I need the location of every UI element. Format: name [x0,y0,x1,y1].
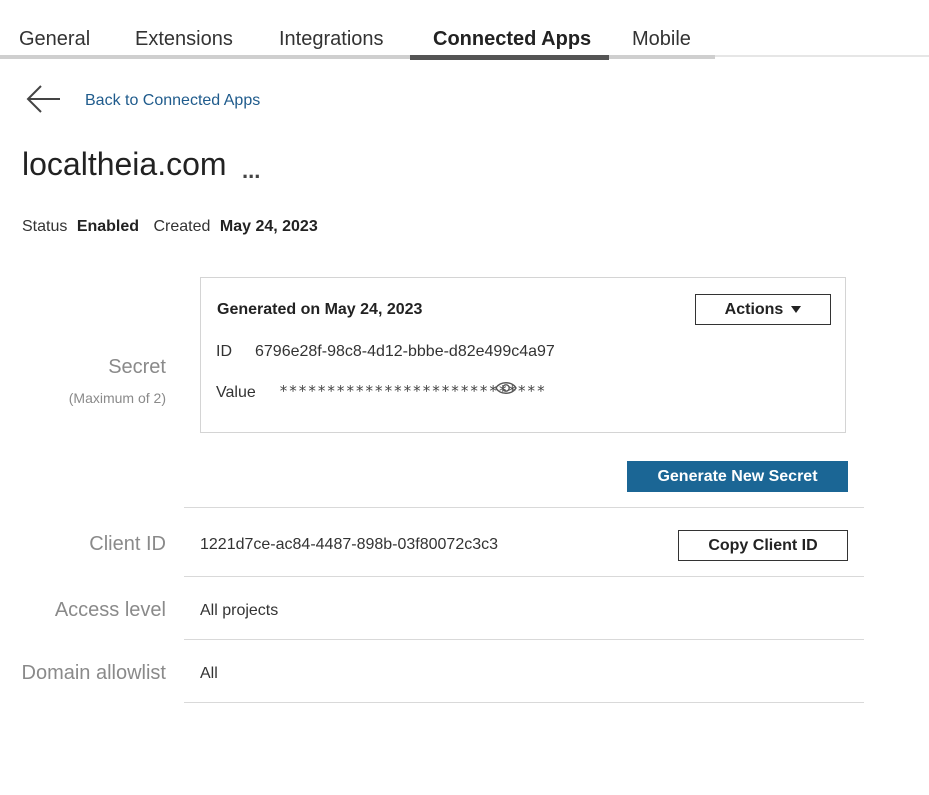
client-id-label: Client ID [89,533,166,555]
domain-allowlist-value: All [200,665,218,682]
tab-bar: General Extensions Integrations Connecte… [0,0,929,60]
tab-connected-apps[interactable]: Connected Apps [433,28,591,51]
access-level-value: All projects [200,602,279,619]
secret-id-value: 6796e28f-98c8-4d12-bbbe-d82e499c4a97 [255,343,555,360]
client-id-value: 1221d7ce-ac84-4487-898b-03f80072c3c3 [200,536,499,553]
domain-allowlist-label: Domain allowlist [21,662,167,684]
secret-sublabel: (Maximum of 2) [68,390,166,406]
tab-extensions[interactable]: Extensions [135,28,233,51]
access-level-label: Access level [54,599,166,621]
created-value: May 24, 2023 [219,218,318,235]
secret-generated-date: Generated on May 24, 2023 [217,301,423,318]
caret-down-icon [791,305,802,313]
tab-active-indicator [410,55,609,60]
secret-id-label: ID [216,343,232,360]
secret-value-label: Value [216,384,256,401]
generate-new-secret-button[interactable]: Generate New Secret [627,461,848,492]
tab-general[interactable]: General [19,28,90,51]
back-arrow-icon[interactable] [24,84,64,114]
divider [184,576,864,577]
divider [184,702,864,703]
created-label: Created [153,218,211,235]
divider [184,639,864,640]
actions-label: Actions [724,300,784,318]
page-title: localtheia.com [22,146,227,182]
back-to-connected-apps-link[interactable]: Back to Connected Apps [85,92,260,110]
actions-dropdown-button[interactable]: Actions [695,294,831,325]
tab-integrations[interactable]: Integrations [279,28,384,51]
more-options-icon[interactable]: ... [242,158,260,184]
secret-card: Generated on May 24, 2023 Actions ID 679… [200,277,846,433]
status-row: Status Enabled Created May 24, 2023 [22,218,318,236]
secret-label: Secret [108,356,166,378]
eye-icon[interactable] [495,380,517,396]
status-label: Status [22,218,68,235]
status-value: Enabled [76,218,140,235]
divider [184,507,864,508]
copy-client-id-button[interactable]: Copy Client ID [678,530,848,561]
tab-mobile[interactable]: Mobile [632,28,691,51]
